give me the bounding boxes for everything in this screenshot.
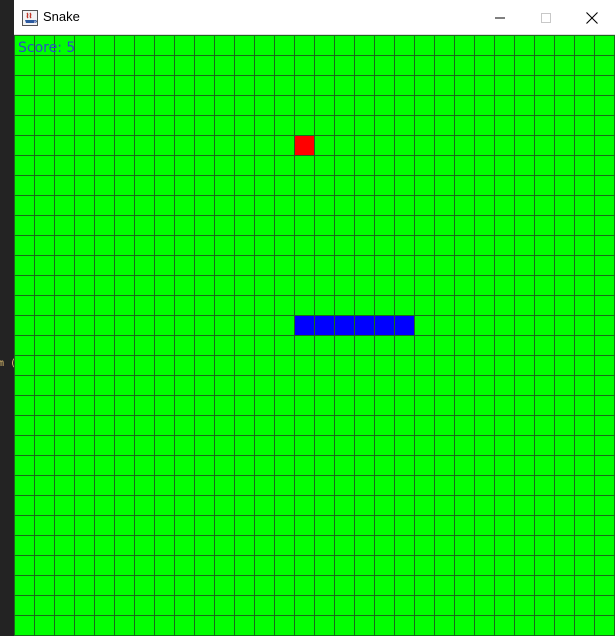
java-app-icon xyxy=(22,10,38,26)
score-label: Score: 5 xyxy=(18,40,76,56)
snake-segment xyxy=(394,315,414,335)
game-grid xyxy=(14,35,615,636)
close-icon xyxy=(586,11,598,24)
snake-segment xyxy=(334,315,354,335)
snake-window: Snake Score: 5 xyxy=(14,0,615,636)
background-window-text: m ( xyxy=(0,358,14,369)
game-board[interactable] xyxy=(14,35,615,636)
window-title: Snake xyxy=(43,9,80,24)
snake-segment xyxy=(374,315,394,335)
food-cell xyxy=(294,135,314,155)
snake-head xyxy=(294,315,314,335)
snake-segment xyxy=(314,315,334,335)
close-button[interactable] xyxy=(569,0,615,35)
title-bar[interactable]: Snake xyxy=(14,0,615,35)
background-window-edge: m ( xyxy=(0,0,14,636)
snake-segment xyxy=(354,315,374,335)
minimize-button[interactable] xyxy=(477,0,523,35)
maximize-icon xyxy=(541,12,551,23)
maximize-button[interactable] xyxy=(523,0,569,35)
minimize-icon xyxy=(495,17,505,18)
